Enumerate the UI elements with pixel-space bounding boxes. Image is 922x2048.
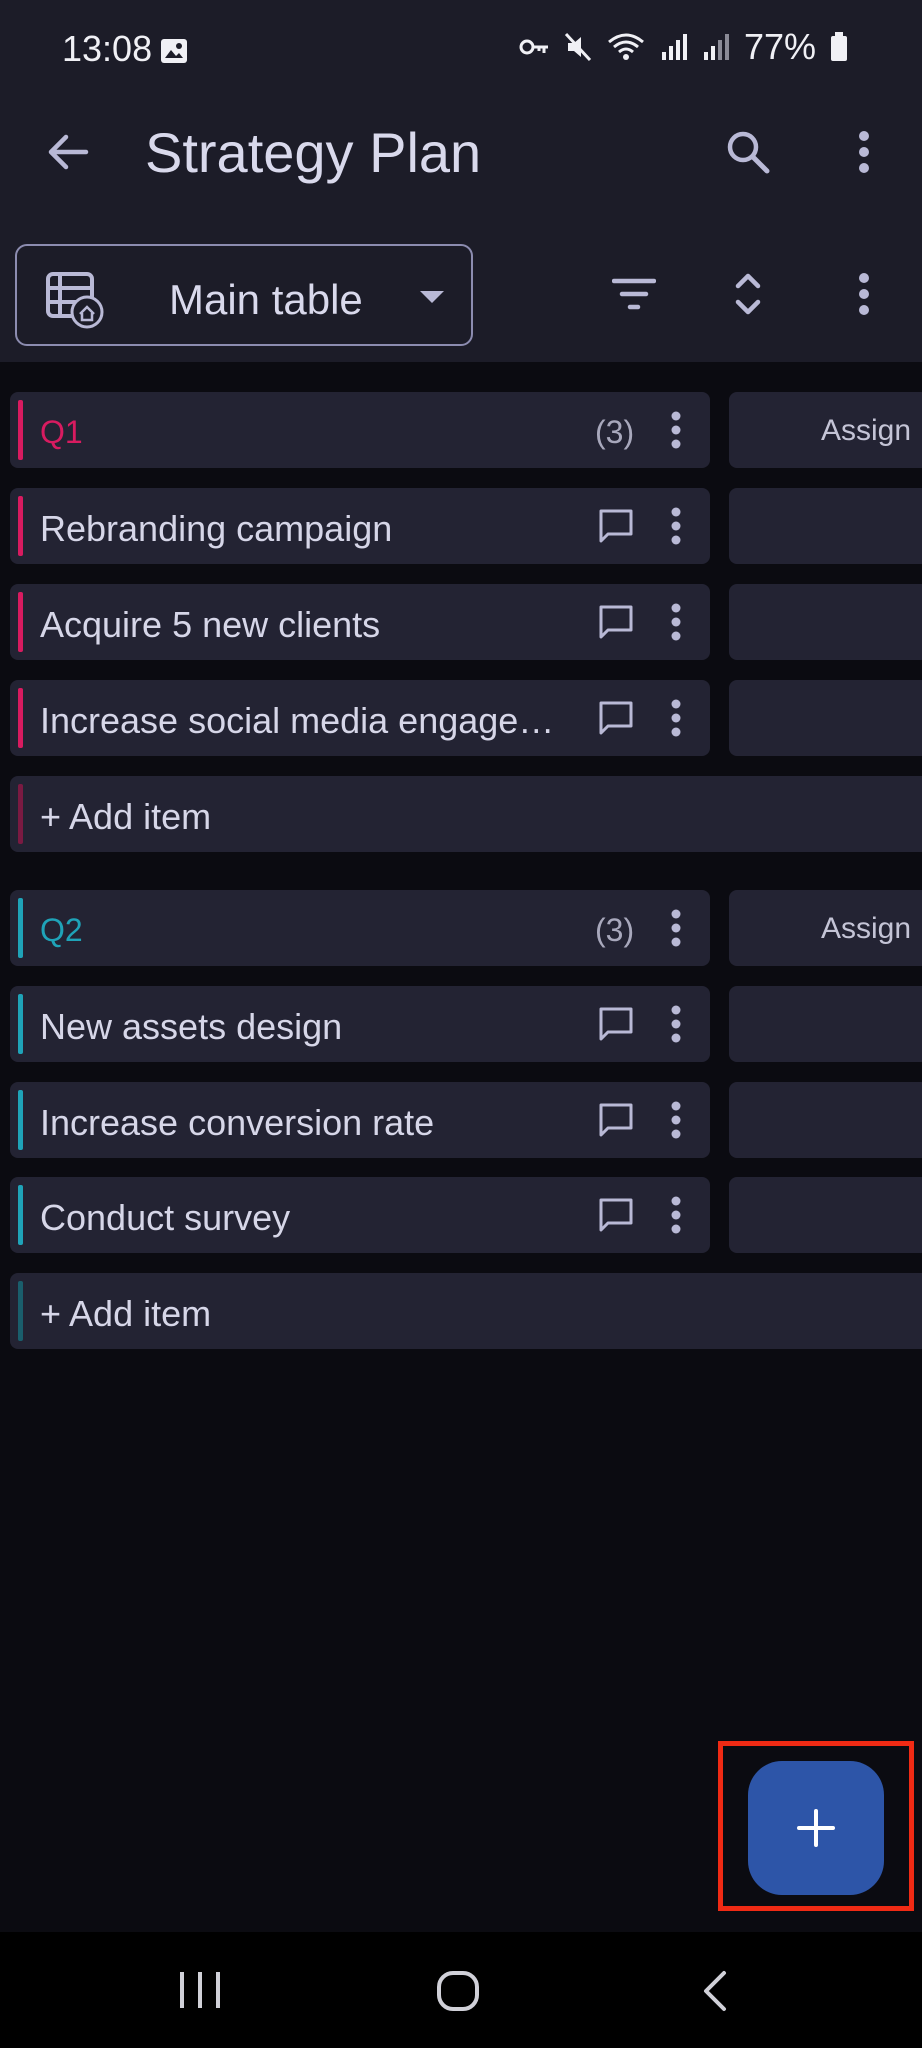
status-bar: 13:08 77%	[0, 0, 922, 100]
assign-label: Assign	[821, 414, 912, 447]
assign-cell[interactable]	[729, 488, 922, 564]
assign-label: Assign	[821, 912, 912, 945]
item-name: Increase social media engage…	[40, 700, 555, 741]
add-item-label: + Add item	[40, 1293, 212, 1334]
battery-icon	[831, 32, 847, 61]
list-item[interactable]: Increase conversion rate	[10, 1082, 710, 1158]
more-vert-icon[interactable]	[670, 602, 682, 642]
status-icons: 77%	[518, 26, 848, 68]
group-header-q2[interactable]: Q2 (3)	[10, 890, 710, 966]
comment-icon[interactable]	[598, 508, 634, 544]
group-name: Q2	[40, 912, 83, 948]
assign-cell[interactable]	[729, 986, 922, 1062]
group-color-bar	[18, 994, 23, 1054]
highlight-box	[718, 1741, 914, 1911]
assign-cell[interactable]	[729, 1082, 922, 1158]
signal-icon	[661, 34, 687, 60]
group-count: (3)	[595, 912, 635, 948]
group-color-bar	[18, 898, 23, 958]
table-home-icon	[46, 272, 104, 329]
more-vert-icon[interactable]	[670, 698, 682, 738]
item-name: Acquire 5 new clients	[40, 604, 381, 645]
group-name: Q1	[40, 414, 83, 450]
group-header-q1[interactable]: Q1 (3)	[10, 392, 710, 468]
mute-icon	[564, 32, 592, 62]
table-selector[interactable]: Main table	[15, 244, 473, 346]
comment-icon[interactable]	[598, 1006, 634, 1042]
assign-column-header[interactable]: Assign	[729, 392, 922, 468]
back-button[interactable]	[40, 124, 96, 180]
item-name: Rebranding campaign	[40, 508, 393, 549]
item-name: Conduct survey	[40, 1197, 291, 1238]
page-title: Strategy Plan	[145, 121, 482, 184]
group-color-bar	[18, 1090, 23, 1150]
arrow-back-icon	[48, 134, 89, 170]
comment-icon[interactable]	[598, 700, 634, 736]
item-name: New assets design	[40, 1006, 343, 1047]
comment-icon[interactable]	[598, 604, 634, 640]
home-icon[interactable]	[436, 1970, 480, 2012]
add-item-button[interactable]: + Add item	[10, 1273, 922, 1349]
list-item[interactable]: Conduct survey	[10, 1177, 710, 1253]
more-vert-icon	[859, 131, 869, 173]
more-vert-icon	[859, 273, 869, 315]
recent-apps-icon[interactable]	[178, 1970, 222, 2010]
table-name: Main table	[169, 276, 363, 323]
caret-down-icon	[420, 291, 444, 303]
more-vert-icon[interactable]	[670, 506, 682, 546]
list-item[interactable]: Rebranding campaign	[10, 488, 710, 564]
search-icon	[727, 131, 770, 174]
group-color-bar	[18, 496, 23, 556]
more-vert-icon[interactable]	[670, 908, 682, 948]
group-color-bar	[18, 592, 23, 652]
add-item-label: + Add item	[40, 796, 212, 837]
group-color-bar	[18, 400, 23, 460]
more-vert-icon[interactable]	[670, 1100, 682, 1140]
list-item[interactable]: Increase social media engage…	[10, 680, 710, 756]
group-color-bar	[18, 1281, 23, 1341]
gallery-notification-icon	[161, 39, 187, 63]
table-options-button[interactable]	[836, 266, 892, 322]
more-options-button[interactable]	[836, 124, 892, 180]
comment-icon[interactable]	[598, 1197, 634, 1233]
status-time: 13:08	[62, 28, 153, 69]
battery-percent: 77%	[743, 26, 816, 67]
comment-icon[interactable]	[598, 1102, 634, 1138]
back-nav-icon[interactable]	[700, 1970, 728, 2012]
more-vert-icon[interactable]	[670, 1004, 682, 1044]
vpn-key-icon	[519, 39, 548, 55]
signal-icon-2	[703, 34, 729, 60]
list-item[interactable]: New assets design	[10, 986, 710, 1062]
wifi-icon	[607, 33, 644, 60]
assign-cell[interactable]	[729, 584, 922, 660]
item-name: Increase conversion rate	[40, 1102, 435, 1143]
group-color-bar	[18, 688, 23, 748]
more-vert-icon[interactable]	[670, 410, 682, 450]
add-item-button[interactable]: + Add item	[10, 776, 922, 852]
assign-cell[interactable]	[729, 680, 922, 756]
group-count: (3)	[595, 414, 635, 450]
assign-column-header[interactable]: Assign	[729, 890, 922, 966]
more-vert-icon[interactable]	[670, 1195, 682, 1235]
unfold-icon	[735, 273, 761, 315]
filter-icon	[612, 278, 656, 310]
group-color-bar	[18, 784, 23, 844]
list-item[interactable]: Acquire 5 new clients	[10, 584, 710, 660]
expand-collapse-button[interactable]	[720, 266, 776, 322]
filter-button[interactable]	[606, 266, 662, 322]
assign-cell[interactable]	[729, 1177, 922, 1253]
search-button[interactable]	[720, 124, 776, 180]
group-color-bar	[18, 1185, 23, 1245]
system-nav-bar	[0, 1932, 922, 2048]
